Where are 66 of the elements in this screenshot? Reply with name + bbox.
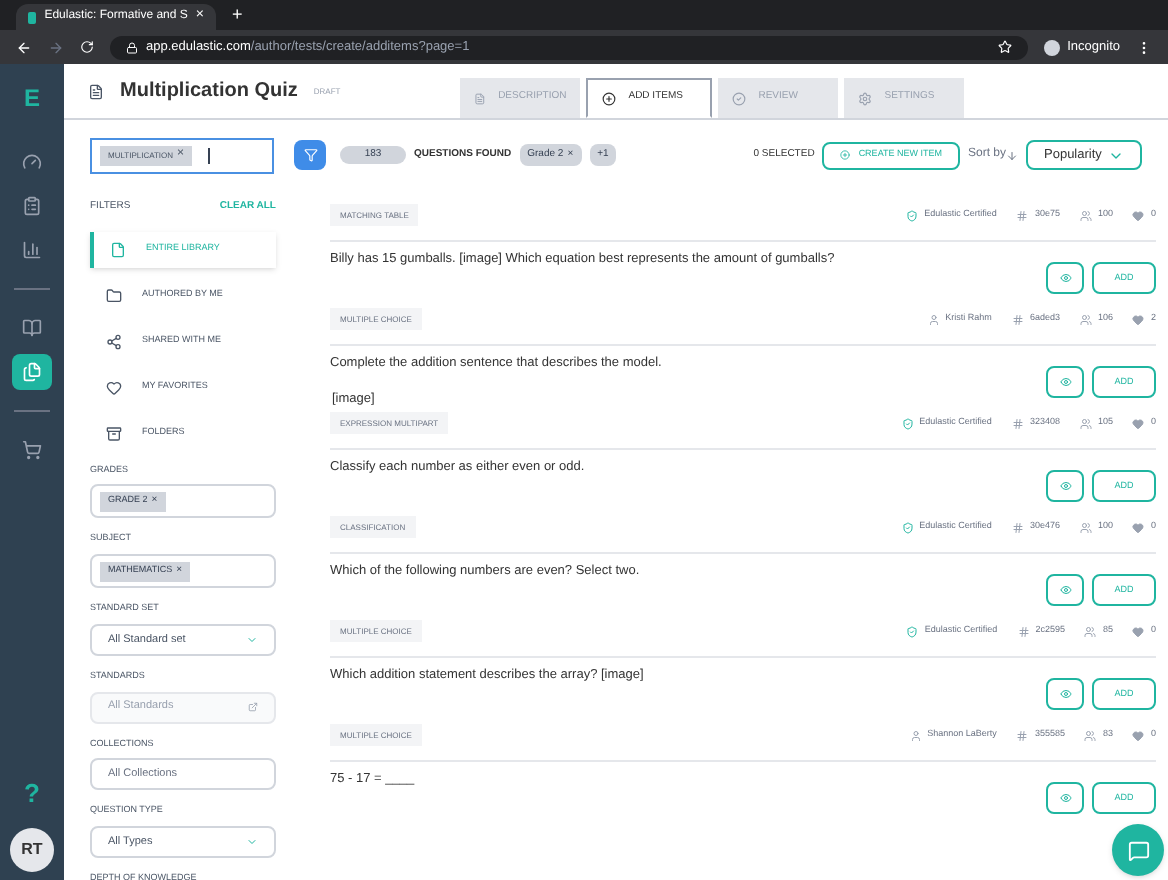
document-icon [88,83,104,99]
chat-icon [1127,839,1149,861]
preview-button[interactable] [1046,470,1084,502]
add-tab-icon [602,91,617,105]
site-icon [28,11,37,23]
quiz-title: Multiplication Quiz [120,78,298,106]
hash-icon [1016,209,1029,221]
review-tab-icon [732,91,747,105]
chevron-down-icon [246,836,258,848]
star-icon[interactable] [997,40,1012,54]
users-icon [1079,313,1092,325]
description-tab-icon [474,91,487,105]
hash-icon [1011,521,1024,533]
filter-icon [303,148,317,162]
heart-icon [1132,625,1145,637]
users-icon [1084,729,1097,741]
clipboard-icon [22,196,42,216]
app-logo[interactable]: E [23,80,40,116]
preview-button[interactable] [1046,782,1084,814]
lock-icon [126,41,138,53]
eye-icon [1059,688,1071,700]
user-avatar[interactable]: RT [10,828,54,872]
folder-icon [106,287,122,303]
eye-icon [1059,792,1071,804]
back-icon[interactable] [16,39,32,55]
plus-icon [840,150,851,160]
hash-icon [1011,417,1024,429]
reload-icon[interactable] [80,40,94,54]
preview-button[interactable] [1046,574,1084,606]
heart-icon [1132,521,1145,533]
cart-icon [22,440,42,460]
users-icon [1079,209,1092,221]
users-icon [1079,417,1092,429]
new-tab-button[interactable]: + [232,1,243,28]
heart-icon [106,379,122,395]
eye-icon [1059,272,1071,284]
settings-tab-icon [858,91,873,105]
heart-icon [1132,209,1145,221]
hash-icon [1016,729,1029,741]
eye-icon [1059,480,1071,492]
share-icon [106,333,122,349]
heart-icon [1132,417,1145,429]
forward-icon[interactable] [48,39,64,55]
files-icon [22,362,42,382]
preview-button[interactable] [1046,262,1084,294]
preview-button[interactable] [1046,678,1084,710]
heart-icon [1132,313,1145,325]
eye-icon [1059,376,1071,388]
users-icon [1079,521,1092,533]
nav-item[interactable] [12,354,52,390]
hash-icon [1011,313,1024,325]
chevron-down-icon [246,633,258,646]
gauge-icon [22,152,42,172]
library-icon [110,241,126,257]
hash-icon [1017,625,1030,637]
chart-icon [22,240,42,260]
eye-icon [1059,584,1071,596]
external-link-icon [248,702,258,712]
folders-icon [106,425,122,441]
preview-button[interactable] [1046,366,1084,398]
help-link[interactable]: ? [24,773,40,812]
filter-button[interactable] [294,140,326,170]
heart-icon [1132,729,1145,741]
arrow-down-icon [1006,149,1018,161]
book-icon [22,318,42,338]
users-icon [1084,625,1097,637]
